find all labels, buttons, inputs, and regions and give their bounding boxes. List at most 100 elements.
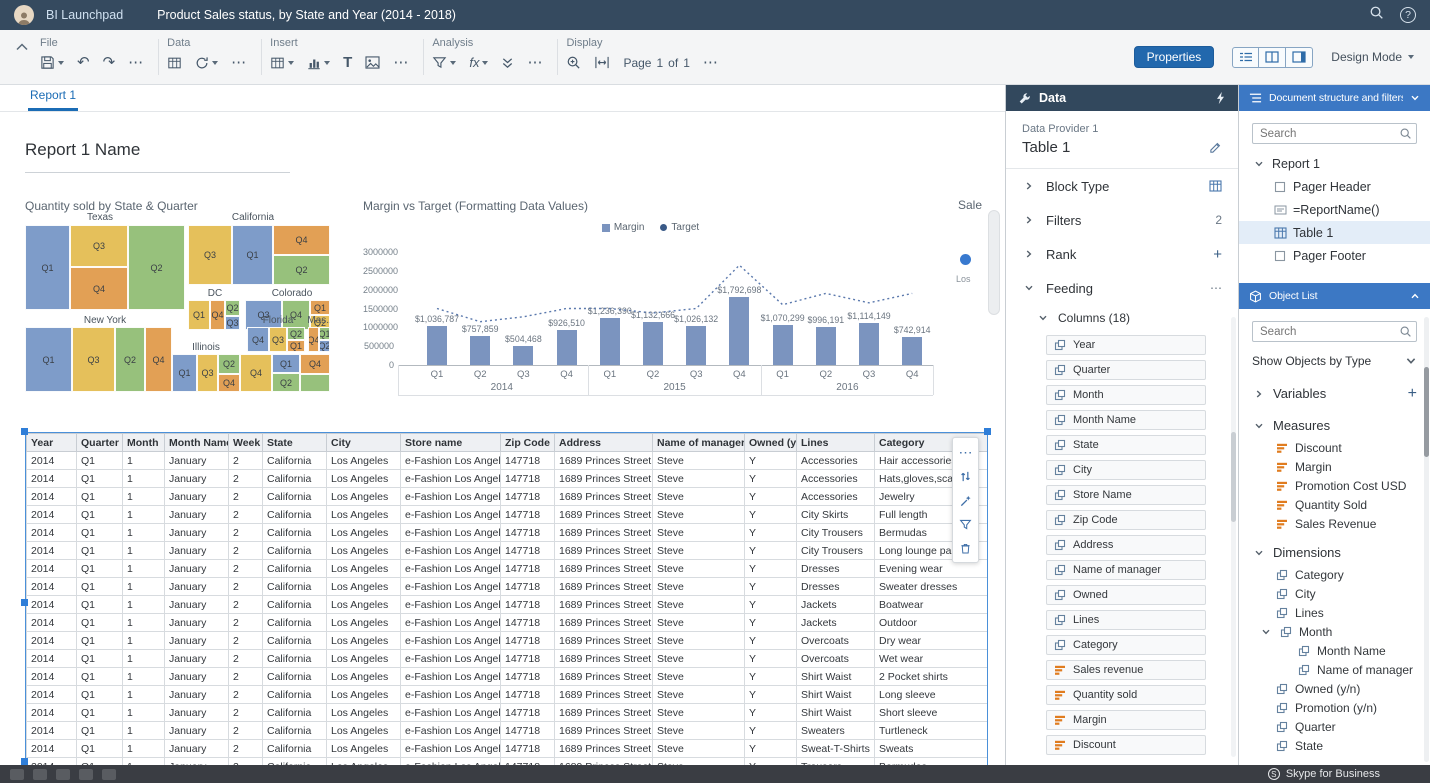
table-cell[interactable]: 2014	[27, 488, 77, 506]
table-row[interactable]: 2014Q11January2CaliforniaLos Angelese-Fa…	[27, 686, 989, 704]
object-item[interactable]: Promotion Cost USD	[1239, 476, 1430, 495]
table-cell[interactable]: Y	[745, 470, 797, 488]
table-cell[interactable]: 1	[123, 614, 165, 632]
design-mode-button[interactable]: Design Mode	[1331, 50, 1414, 64]
table-cell[interactable]: Los Angeles	[327, 560, 401, 578]
table-cell[interactable]: 147718	[501, 542, 555, 560]
feeding-column[interactable]: Store Name	[1046, 485, 1206, 505]
column-header-lines[interactable]: Lines	[797, 434, 875, 452]
table-cell[interactable]: 2	[229, 470, 263, 488]
table-cell[interactable]: 1689 Princes Street	[555, 650, 653, 668]
table-cell[interactable]: Steve	[653, 470, 745, 488]
table-cell[interactable]: Q1	[77, 560, 123, 578]
table-cell[interactable]: 147718	[501, 614, 555, 632]
table-cell[interactable]: Los Angeles	[327, 506, 401, 524]
table-cell[interactable]: Steve	[653, 740, 745, 758]
table-cell[interactable]: Steve	[653, 506, 745, 524]
table-cell[interactable]: 1	[123, 452, 165, 470]
feeding-column[interactable]: Month	[1046, 385, 1206, 405]
treemap-cell[interactable]: Q1	[232, 225, 273, 285]
data-panel-scrollbar[interactable]	[1231, 317, 1236, 757]
table-cell[interactable]: 2014	[27, 740, 77, 758]
add-variable-button[interactable]: +	[1408, 385, 1417, 403]
table-cell[interactable]: e-Fashion Los Angeles	[401, 596, 501, 614]
table-cell[interactable]: 1	[123, 596, 165, 614]
treemap-cell[interactable]: Q2	[225, 300, 240, 316]
edit-icon[interactable]	[1209, 141, 1222, 154]
table-cell[interactable]: 2014	[27, 524, 77, 542]
table-cell[interactable]: Steve	[653, 686, 745, 704]
column-header-state[interactable]: State	[263, 434, 327, 452]
help-icon[interactable]: ?	[1400, 7, 1416, 23]
table-cell[interactable]: City Skirts	[797, 506, 875, 524]
table-cell[interactable]: Los Angeles	[327, 632, 401, 650]
table-cell[interactable]: Los Angeles	[327, 704, 401, 722]
table-cell[interactable]: January	[165, 668, 229, 686]
table-cell[interactable]: Steve	[653, 524, 745, 542]
table-cell[interactable]: 1689 Princes Street	[555, 704, 653, 722]
table-cell[interactable]: January	[165, 542, 229, 560]
table-cell[interactable]: Y	[745, 452, 797, 470]
data-table[interactable]: YearQuarterMonthMonth NameWeekStateCityS…	[26, 433, 988, 765]
table-cell[interactable]: Bermudas	[875, 758, 989, 766]
treemap-cell[interactable]: Q4	[300, 354, 330, 374]
treemap-cell[interactable]: Q3	[188, 225, 232, 285]
table-cell[interactable]: 1	[123, 686, 165, 704]
table-cell[interactable]: California	[263, 542, 327, 560]
table-cell[interactable]: 1	[123, 524, 165, 542]
table-cell[interactable]: 2014	[27, 560, 77, 578]
table-cell[interactable]: Y	[745, 596, 797, 614]
table-cell[interactable]: 2014	[27, 704, 77, 722]
collapse-ribbon-icon[interactable]	[10, 30, 34, 84]
section-feeding[interactable]: Feeding ⋯	[1006, 271, 1238, 305]
table-cell[interactable]: e-Fashion Los Angeles	[401, 632, 501, 650]
treemap-cell[interactable]: Q2	[115, 327, 145, 392]
table-cell[interactable]: 2014	[27, 650, 77, 668]
table-cell[interactable]: Los Angeles	[327, 722, 401, 740]
table-cell[interactable]: 2014	[27, 758, 77, 766]
table-cell[interactable]: 2014	[27, 506, 77, 524]
table-cell[interactable]: e-Fashion Los Angeles	[401, 578, 501, 596]
treemap-plot[interactable]: Q1Q3Q4Q2Q3Q1Q4Q2Q1Q4Q2Q3Q3Q4Q1Q2Q1Q3Q2Q4…	[25, 212, 330, 392]
treemap-cell[interactable]: Q4	[273, 225, 330, 255]
table-row[interactable]: 2014Q11January2CaliforniaLos Angelese-Fa…	[27, 578, 989, 596]
table-cell[interactable]: Steve	[653, 596, 745, 614]
table-cell[interactable]: Y	[745, 488, 797, 506]
object-item[interactable]: Promotion (y/n)	[1239, 698, 1430, 717]
column-header-owned-y-n-[interactable]: Owned (y/n)	[745, 434, 797, 452]
table-row[interactable]: 2014Q11January2CaliforniaLos Angelese-Fa…	[27, 650, 989, 668]
table-cell[interactable]: 1	[123, 740, 165, 758]
table-cell[interactable]: California	[263, 722, 327, 740]
table-cell[interactable]: 2014	[27, 578, 77, 596]
feeding-column[interactable]: Year	[1046, 335, 1206, 355]
data-provider-name[interactable]: Table 1	[1022, 139, 1070, 156]
table-cell[interactable]: 2014	[27, 452, 77, 470]
add-rank-button[interactable]: +	[1213, 246, 1222, 263]
table-cell[interactable]: California	[263, 704, 327, 722]
table-cell[interactable]: e-Fashion Los Angeles	[401, 524, 501, 542]
table-cell[interactable]: Los Angeles	[327, 668, 401, 686]
table-cell[interactable]: 147718	[501, 650, 555, 668]
feeding-column[interactable]: State	[1046, 435, 1206, 455]
table-cell[interactable]: California	[263, 632, 327, 650]
table-cell[interactable]: 147718	[501, 560, 555, 578]
search-icon[interactable]	[1369, 5, 1384, 25]
object-item[interactable]: Owned (y/n)	[1239, 679, 1430, 698]
table-row[interactable]: 2014Q11January2CaliforniaLos Angelese-Fa…	[27, 632, 989, 650]
table-cell[interactable]: Overcoats	[797, 650, 875, 668]
table-cell[interactable]: 2	[229, 452, 263, 470]
table-cell[interactable]: Los Angeles	[327, 614, 401, 632]
object-section-header[interactable]: Variables+	[1239, 381, 1430, 406]
table-cell[interactable]: 2014	[27, 686, 77, 704]
table-cell[interactable]: Q1	[77, 452, 123, 470]
table-cell[interactable]: e-Fashion Los Angeles	[401, 650, 501, 668]
table-cell[interactable]: 147718	[501, 470, 555, 488]
table-cell[interactable]: Y	[745, 686, 797, 704]
doc-tree-item[interactable]: Report 1	[1239, 152, 1430, 175]
table-cell[interactable]: Y	[745, 506, 797, 524]
table-cell[interactable]: Long sleeve	[875, 686, 989, 704]
treemap-cell[interactable]: Q1	[25, 327, 72, 392]
table-cell[interactable]: e-Fashion Los Angeles	[401, 470, 501, 488]
redo-button[interactable]: ↷	[103, 55, 116, 70]
table-cell[interactable]: Overcoats	[797, 632, 875, 650]
